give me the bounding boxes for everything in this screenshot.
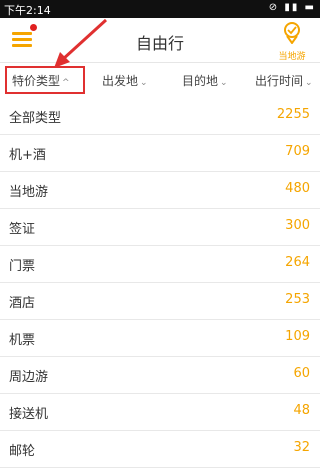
list-item-name: 全部类型 bbox=[9, 111, 62, 126]
list-item-count: 264 bbox=[285, 255, 310, 270]
list-item-name: 门票 bbox=[9, 259, 36, 274]
header: 自由行 当地游 bbox=[0, 18, 320, 62]
list-item[interactable]: 周边游 60 bbox=[0, 357, 320, 394]
list-item[interactable]: 酒店 253 bbox=[0, 283, 320, 320]
list-item[interactable]: 签证 300 bbox=[0, 209, 320, 246]
filter-tab-label: 出发地 bbox=[102, 74, 139, 88]
local-tour-label: 当地游 bbox=[278, 52, 306, 62]
list-item-name: 机+酒 bbox=[9, 148, 46, 163]
list-item-name: 周边游 bbox=[9, 370, 49, 385]
page-title: 自由行 bbox=[135, 34, 184, 53]
list-item[interactable]: 门票 264 bbox=[0, 246, 320, 283]
chevron-down-icon: ⌄ bbox=[140, 78, 148, 88]
location-pin-icon bbox=[284, 22, 300, 45]
list-item[interactable]: 机票 109 bbox=[0, 320, 320, 357]
filter-tab-label: 出行时间 bbox=[255, 74, 304, 88]
list-item-name: 邮轮 bbox=[9, 444, 36, 459]
filter-tab-date[interactable]: 出行时间 ⌄ bbox=[255, 72, 313, 89]
chevron-down-icon: ⌄ bbox=[305, 78, 313, 88]
list-item-name: 接送机 bbox=[9, 407, 49, 422]
list-item-count: 109 bbox=[285, 329, 310, 344]
annotation-arrow-icon bbox=[54, 18, 108, 68]
list-item-count: 480 bbox=[285, 181, 310, 196]
list-item[interactable]: 全部类型 2255 bbox=[0, 98, 320, 135]
filter-tab-departure[interactable]: 出发地 ⌄ bbox=[102, 72, 148, 89]
type-list: 全部类型 2255 机+酒 709 当地游 480 签证 300 门票 264 … bbox=[0, 98, 320, 468]
chevron-down-icon: ⌄ bbox=[220, 78, 228, 88]
annotation-highlight-box bbox=[5, 66, 85, 94]
list-item-name: 当地游 bbox=[9, 185, 49, 200]
list-item-count: 709 bbox=[285, 144, 310, 159]
list-item-count: 60 bbox=[293, 366, 310, 381]
list-item[interactable]: 接送机 48 bbox=[0, 394, 320, 431]
status-icons: ⊘ ▮▮ ▬ bbox=[268, 2, 316, 13]
list-item-count: 48 bbox=[293, 403, 310, 418]
list-item-name: 酒店 bbox=[9, 296, 36, 311]
list-item[interactable]: 邮轮 32 bbox=[0, 431, 320, 468]
list-item-name: 签证 bbox=[9, 222, 36, 237]
list-item-count: 300 bbox=[285, 218, 310, 233]
list-item-count: 253 bbox=[285, 292, 310, 307]
local-tour-button[interactable]: 当地游 bbox=[274, 22, 310, 62]
list-item-name: 机票 bbox=[9, 333, 36, 348]
list-item-count: 2255 bbox=[276, 107, 310, 122]
status-bar: 下午2:14 ⊘ ▮▮ ▬ bbox=[0, 0, 320, 18]
filter-tab-destination[interactable]: 目的地 ⌄ bbox=[182, 72, 228, 89]
list-item-count: 32 bbox=[293, 440, 310, 455]
status-time: 下午2:14 bbox=[4, 4, 51, 17]
list-item[interactable]: 当地游 480 bbox=[0, 172, 320, 209]
filter-tab-label: 目的地 bbox=[182, 74, 219, 88]
list-item[interactable]: 机+酒 709 bbox=[0, 135, 320, 172]
